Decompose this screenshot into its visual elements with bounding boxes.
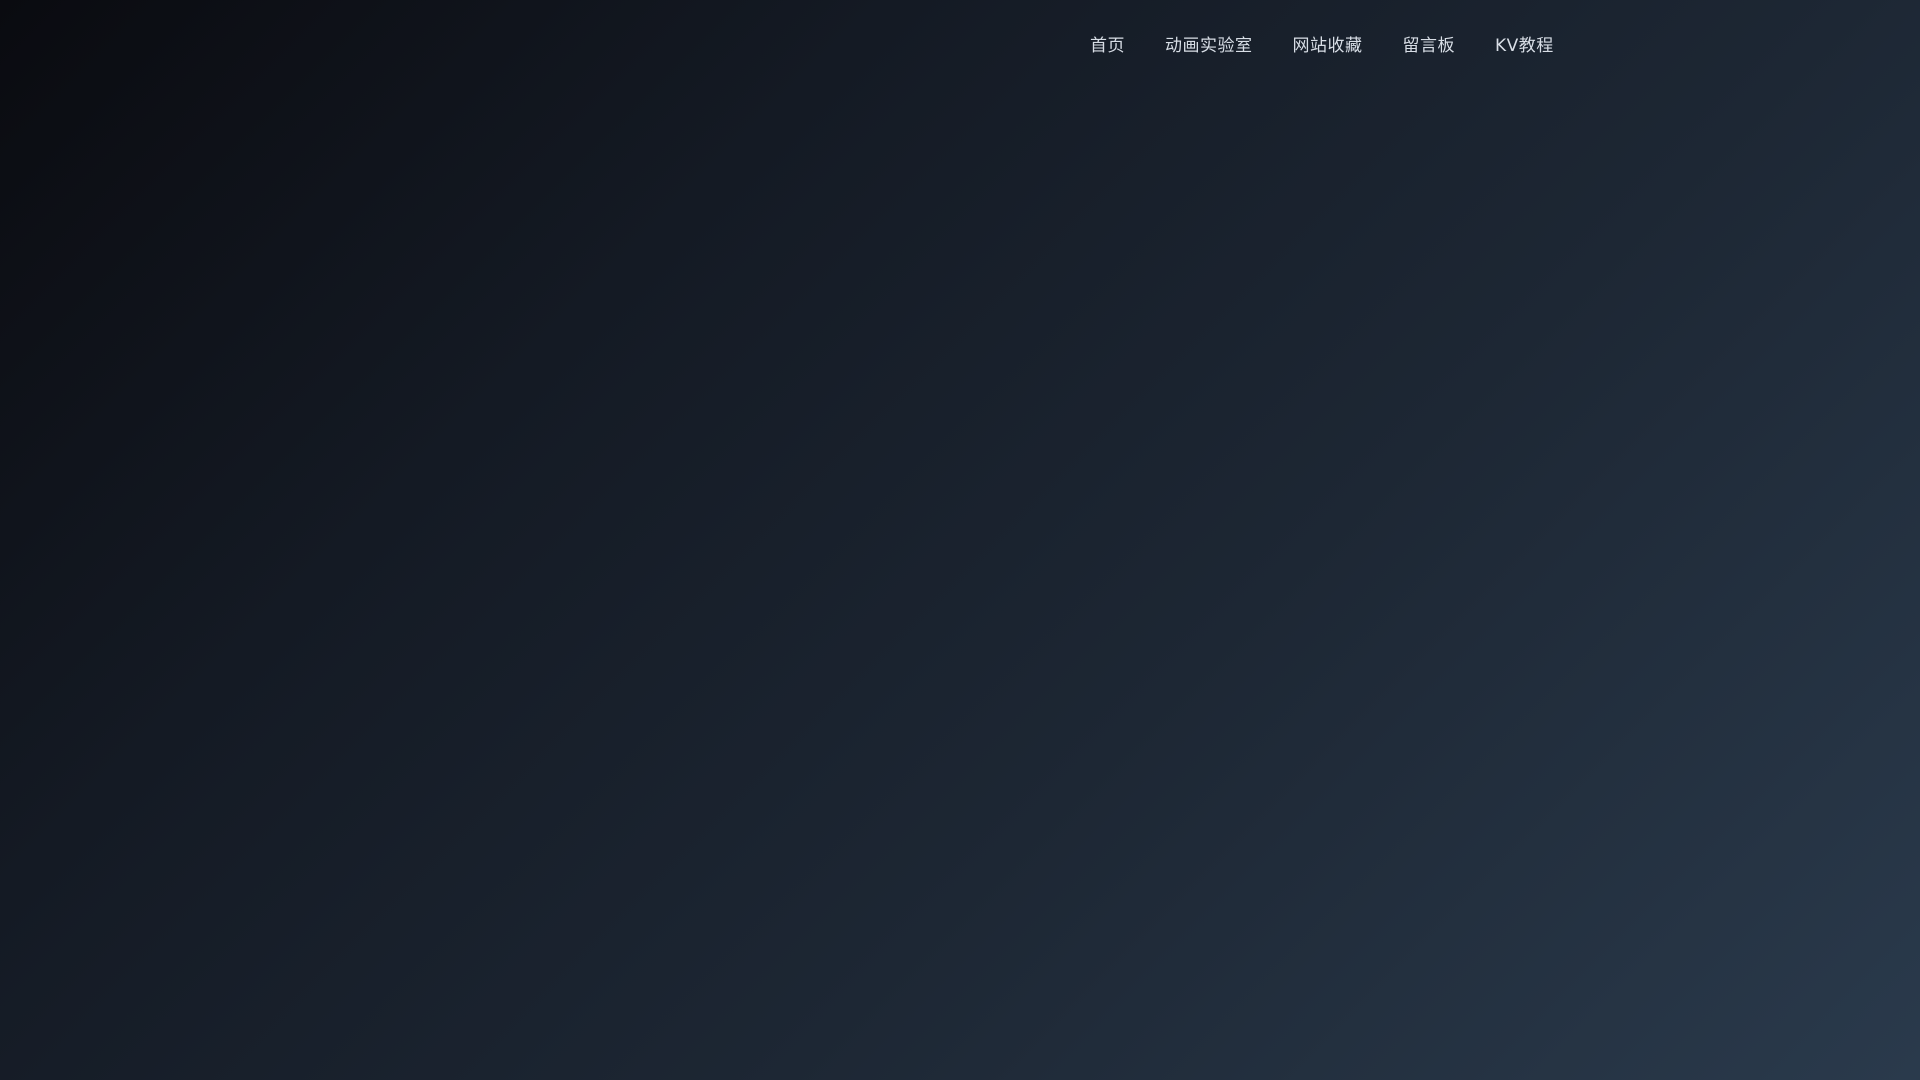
nav-item-home[interactable]: 首页 [1090, 34, 1125, 58]
page-background: 首页 动画实验室 网站收藏 留言板 KV教程 [0, 0, 1920, 1080]
nav-item-animation-lab[interactable]: 动画实验室 [1165, 34, 1253, 58]
top-navigation: 首页 动画实验室 网站收藏 留言板 KV教程 [0, 0, 1920, 92]
nav-item-website-favorites[interactable]: 网站收藏 [1293, 34, 1363, 58]
nav-item-message-board[interactable]: 留言板 [1403, 34, 1456, 58]
nav-item-kv-tutorial[interactable]: KV教程 [1495, 34, 1554, 58]
nav-menu: 首页 动画实验室 网站收藏 留言板 KV教程 [1090, 34, 1554, 58]
